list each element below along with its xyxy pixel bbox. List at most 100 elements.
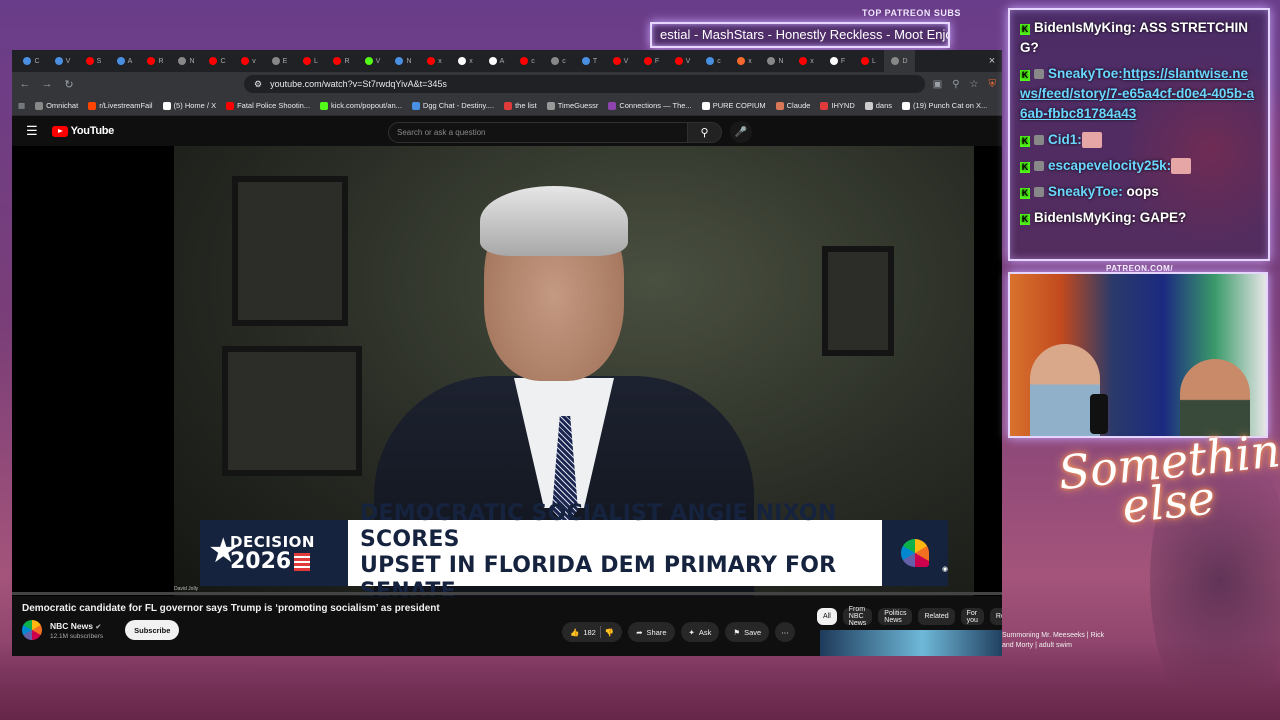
recommendation-thumbnail[interactable] bbox=[820, 630, 1002, 656]
address-bar[interactable]: ⚙ youtube.com/watch?v=St7rwdqYivA&t=345s bbox=[244, 75, 925, 93]
browser-tab[interactable]: A bbox=[109, 50, 140, 72]
tab-close-icon[interactable]: × bbox=[982, 55, 1002, 67]
apps-grid-icon[interactable]: ▦ bbox=[18, 101, 25, 110]
bookmark-item[interactable]: dans bbox=[864, 101, 892, 110]
ask-button[interactable]: ✦ Ask bbox=[680, 622, 720, 642]
browser-tab[interactable]: C bbox=[16, 50, 47, 72]
browser-tab[interactable]: V bbox=[47, 50, 78, 72]
back-icon[interactable]: ← bbox=[18, 78, 32, 90]
bookmark-star-icon[interactable]: ☆ bbox=[970, 79, 979, 90]
bookmark-item[interactable]: Dgg Chat - Destiny.... bbox=[411, 101, 494, 110]
forward-icon[interactable]: → bbox=[40, 78, 54, 90]
tab-favicon-icon bbox=[364, 57, 373, 65]
browser-tab[interactable]: A bbox=[481, 50, 512, 72]
bookmark-favicon-icon bbox=[411, 101, 420, 110]
browser-tab[interactable]: R bbox=[140, 50, 171, 72]
filter-chip[interactable]: All bbox=[817, 608, 837, 625]
video-progress-bar[interactable] bbox=[12, 592, 1002, 595]
bookmark-item[interactable]: IHYND bbox=[820, 101, 855, 110]
chat-message: K Cid1: bbox=[1020, 130, 1258, 150]
url-text: youtube.com/watch?v=St7rwdqYivA&t=345s bbox=[270, 79, 447, 89]
bookmark-item[interactable]: Omnichat bbox=[35, 101, 78, 110]
browser-tab[interactable]: E bbox=[264, 50, 295, 72]
reload-icon[interactable]: ↻ bbox=[62, 78, 76, 91]
wall-picture bbox=[232, 176, 348, 326]
menu-icon[interactable]: ☰ bbox=[26, 123, 38, 139]
tab-favicon-icon bbox=[147, 57, 156, 65]
channel-avatar[interactable] bbox=[22, 620, 42, 640]
bookmark-item[interactable]: r/LivestreamFail bbox=[88, 101, 153, 110]
browser-tab[interactable]: F bbox=[636, 50, 667, 72]
browser-tab[interactable]: R bbox=[326, 50, 357, 72]
filter-chip[interactable]: Recent bbox=[989, 608, 1002, 625]
recommendation-title[interactable]: Summoning Mr. Meeseeks | Rick and Morty … bbox=[1002, 631, 1114, 651]
browser-tab[interactable]: S bbox=[78, 50, 109, 72]
chat-message: K BidenIsMyKing: GAPE? bbox=[1020, 208, 1258, 228]
browser-tab[interactable]: T bbox=[574, 50, 605, 72]
chat-overlay: K BidenIsMyKing: ASS STRETCHING? K SneakyTo… bbox=[1008, 8, 1270, 261]
bookmark-item[interactable]: (5) Home / X bbox=[162, 101, 216, 110]
search-button[interactable]: ⚲ bbox=[688, 121, 722, 143]
search-input[interactable] bbox=[388, 121, 688, 143]
subscribe-button[interactable]: Subscribe bbox=[125, 620, 180, 640]
filter-chip[interactable]: Politics News bbox=[878, 608, 913, 625]
tab-favicon-icon bbox=[799, 57, 808, 65]
browser-tab[interactable]: x bbox=[450, 50, 481, 72]
tab-label: L bbox=[872, 57, 876, 65]
browser-tab[interactable]: c bbox=[543, 50, 574, 72]
bookmark-favicon-icon bbox=[864, 101, 873, 110]
more-actions-button[interactable]: ⋯ bbox=[775, 622, 795, 642]
cast-icon[interactable]: ▣ bbox=[933, 79, 942, 90]
video-player[interactable]: ★ DECISION 2026 DEMOCRATIC SOCIALIST ANG… bbox=[12, 146, 1002, 596]
bookmark-label: r/LivestreamFail bbox=[99, 101, 153, 110]
browser-tab[interactable]: V bbox=[667, 50, 698, 72]
chat-username: escapevelocity25k: bbox=[1048, 158, 1172, 173]
browser-tab[interactable]: L bbox=[853, 50, 884, 72]
brave-shield-icon[interactable]: ⛨ bbox=[989, 79, 997, 90]
bookmark-item[interactable]: Claude bbox=[775, 101, 810, 110]
bookmark-item[interactable]: the list bbox=[504, 101, 537, 110]
bookmark-item[interactable]: kick.com/popout/an... bbox=[320, 101, 402, 110]
save-button[interactable]: ⚑ Save bbox=[725, 622, 770, 642]
share-label: Share bbox=[646, 627, 667, 637]
tab-favicon-icon bbox=[333, 57, 342, 65]
nbc-watermark-icon: ◉ bbox=[942, 566, 949, 573]
browser-tab[interactable]: c bbox=[512, 50, 543, 72]
like-button[interactable]: 👍 182 bbox=[570, 628, 596, 637]
voice-search-button[interactable]: 🎤 bbox=[730, 121, 752, 143]
browser-tab[interactable]: x bbox=[729, 50, 760, 72]
browser-tab[interactable]: V bbox=[605, 50, 636, 72]
browser-tab[interactable]: x bbox=[419, 50, 450, 72]
browser-tab[interactable]: F bbox=[822, 50, 853, 72]
browser-tab[interactable]: N bbox=[760, 50, 791, 72]
video-frame: ★ DECISION 2026 DEMOCRATIC SOCIALIST ANG… bbox=[174, 146, 974, 596]
dislike-button[interactable]: 👎 bbox=[605, 628, 614, 637]
bookmark-label: PURE COPIUM bbox=[712, 101, 766, 110]
bookmark-item[interactable]: Fatal Police Shootin... bbox=[226, 101, 310, 110]
tab-label: A bbox=[499, 57, 505, 65]
browser-tab[interactable]: L bbox=[295, 50, 326, 72]
channel-name[interactable]: NBC News ✔ bbox=[50, 621, 103, 631]
browser-tab[interactable]: C bbox=[202, 50, 233, 72]
filter-chip[interactable]: From NBC News bbox=[842, 606, 873, 627]
microphone-icon: 🎤 bbox=[734, 126, 748, 138]
filter-chip[interactable]: For you bbox=[960, 608, 984, 625]
browser-tab[interactable]: N bbox=[171, 50, 202, 72]
bookmark-item[interactable]: PURE COPIUM bbox=[701, 101, 766, 110]
browser-tab[interactable]: x bbox=[791, 50, 822, 72]
tab-favicon-icon bbox=[303, 57, 312, 65]
browser-tab[interactable]: v bbox=[233, 50, 264, 72]
browser-tab[interactable]: D bbox=[884, 50, 915, 72]
bookmark-item[interactable]: Connections — The... bbox=[608, 101, 692, 110]
bookmark-item[interactable]: TimeGuessr bbox=[546, 101, 598, 110]
youtube-logo[interactable]: YouTube bbox=[51, 125, 114, 137]
site-info-icon[interactable]: ⚙ bbox=[254, 79, 262, 90]
share-button[interactable]: ➦ Share bbox=[628, 622, 675, 642]
browser-tab[interactable]: N bbox=[388, 50, 419, 72]
browser-tab[interactable]: c bbox=[698, 50, 729, 72]
filter-chip[interactable]: Related bbox=[918, 608, 955, 625]
zoom-icon[interactable]: ⚲ bbox=[952, 79, 959, 90]
browser-tab[interactable]: V bbox=[357, 50, 388, 72]
like-dislike-group: 👍 182 👎 bbox=[562, 622, 623, 642]
bookmark-item[interactable]: (19) Punch Cat on X... bbox=[902, 101, 987, 110]
